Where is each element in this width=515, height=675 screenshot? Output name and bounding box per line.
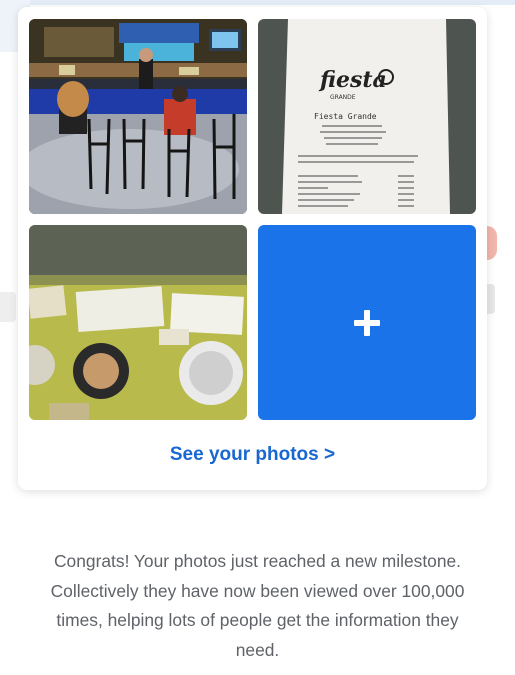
receipt-photo: fiesta GRANDE Fiesta Grande (258, 19, 476, 214)
receipt-sub: GRANDE (330, 94, 356, 101)
photo-tile-stickers[interactable] (29, 225, 247, 420)
receipt-brand: fiesta (318, 67, 387, 93)
page: fiesta GRANDE Fiesta Grande See your pho… (0, 0, 515, 675)
plus-icon (354, 309, 380, 336)
carousel-peek-left (0, 292, 16, 322)
message-line-2: Collectively they have now been viewed o… (50, 580, 465, 601)
carousel-peek-right (487, 226, 497, 260)
message-line-4: need. (235, 639, 280, 660)
stickers-photo (29, 225, 247, 420)
see-photos-link[interactable]: See your photos > (18, 444, 487, 466)
photo-tile-receipt[interactable]: fiesta GRANDE Fiesta Grande (258, 19, 476, 214)
photo-tile-bar[interactable] (29, 19, 247, 214)
receipt-title: Fiesta Grande (314, 112, 377, 121)
bar-photo (29, 19, 247, 214)
carousel-peek-right-lower (487, 284, 495, 314)
header-divider (0, 0, 515, 5)
message-line-3: times, helping lots of people get the in… (56, 610, 459, 630)
photos-card: fiesta GRANDE Fiesta Grande See your pho… (18, 7, 487, 490)
add-photo-button[interactable] (258, 225, 476, 420)
milestone-message: Congrats! Your photos just reached a new… (20, 547, 495, 665)
message-line-1: Congrats! Your photos just reached a new… (54, 551, 461, 571)
